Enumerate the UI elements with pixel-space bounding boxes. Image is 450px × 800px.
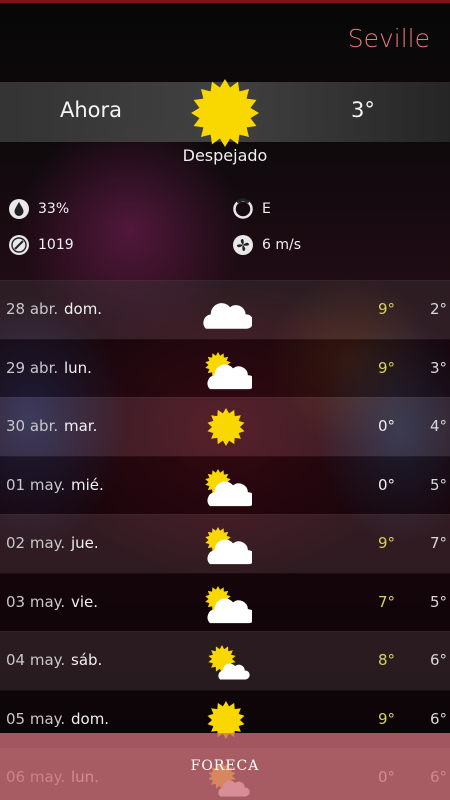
humidity-drop-icon xyxy=(9,199,29,219)
sun-cloud-icon xyxy=(205,468,252,506)
forecast-list: 28 abr. dom. 9° 2° 29 abr. lun. 9° 3° 30 abr. mar… xyxy=(0,280,450,800)
wind-speed-value: 6 m/s xyxy=(262,237,302,253)
fan-icon xyxy=(233,235,253,255)
top-accent-line xyxy=(0,0,450,3)
wind-speed-detail: 6 m/s xyxy=(232,234,301,256)
forecast-row[interactable]: 02 may. jue. 9° 7° xyxy=(0,514,450,573)
forecast-low-temp: 4° xyxy=(430,417,448,435)
forecast-high-temp: 9° xyxy=(378,300,396,318)
forecast-date: 02 may. xyxy=(6,534,66,552)
forecast-low-temp: 6° xyxy=(430,651,448,669)
forecast-row[interactable]: 28 abr. dom. 9° 2° xyxy=(0,280,450,339)
forecast-high-temp: 9° xyxy=(378,709,396,728)
forecast-row[interactable]: 04 may. sáb. 8° 6° xyxy=(0,631,450,690)
forecast-date: 03 may. xyxy=(6,592,66,611)
forecast-low-temp: 7° xyxy=(430,534,448,552)
current-condition: Despejado xyxy=(182,146,268,165)
forecast-weekday: vie. xyxy=(71,592,99,611)
sun-icon xyxy=(191,79,259,147)
forecast-high-temp: 9° xyxy=(378,358,396,377)
forecast-low-temp: 5° xyxy=(430,475,448,494)
forecast-high-temp: 7° xyxy=(378,592,396,611)
forecast-row[interactable]: 01 may. mié. 0° 5° xyxy=(0,455,450,514)
forecast-low-temp: 2° xyxy=(430,300,448,318)
forecast-weekday: jue. xyxy=(71,534,99,552)
forecast-date: 29 abr. xyxy=(6,358,59,377)
foreca-logo[interactable]: FORECA xyxy=(0,758,450,774)
forecast-weekday: sáb. xyxy=(71,651,103,669)
humidity-value: 33% xyxy=(38,201,70,217)
pressure-value: 1019 xyxy=(38,237,74,253)
forecast-low-temp: 6° xyxy=(430,709,448,728)
forecast-date: 30 abr. xyxy=(6,417,59,435)
forecast-row[interactable]: 29 abr. lun. 9° 3° xyxy=(0,338,450,397)
pressure-detail: 1019 xyxy=(8,234,74,256)
forecast-low-temp: 5° xyxy=(430,592,448,611)
wind-direction-value: E xyxy=(262,201,271,217)
sun-cloud-icon xyxy=(205,585,252,623)
forecast-weekday: lun. xyxy=(64,358,92,377)
forecast-weekday: dom. xyxy=(71,709,110,728)
forecast-low-temp: 3° xyxy=(430,358,448,377)
current-label: Ahora xyxy=(60,98,123,122)
sun-cloud-icon xyxy=(205,351,252,389)
forecast-date: 05 may. xyxy=(6,709,66,728)
sun-small-cloud-icon xyxy=(208,645,250,680)
forecast-date: 28 abr. xyxy=(6,300,59,318)
forecast-high-temp: 9° xyxy=(378,534,396,552)
forecast-date: 04 may. xyxy=(6,651,66,669)
sun-icon xyxy=(207,408,245,446)
forecast-high-temp: 0° xyxy=(378,475,396,494)
city-title[interactable]: Seville xyxy=(348,24,430,53)
humidity-detail: 33% xyxy=(8,198,69,220)
wind-direction-ring-icon xyxy=(233,198,253,219)
forecast-high-temp: 8° xyxy=(378,651,396,669)
forecast-weekday: mié. xyxy=(71,475,104,494)
forecast-weekday: mar. xyxy=(64,417,98,435)
cloud-icon xyxy=(203,303,252,329)
pressure-gauge-icon xyxy=(9,235,29,255)
forecast-weekday: dom. xyxy=(64,300,103,318)
forecast-row[interactable]: 30 abr. mar. 0° 4° xyxy=(0,397,450,456)
current-temperature: 3° xyxy=(351,98,375,122)
forecast-high-temp: 0° xyxy=(378,417,396,435)
sun-cloud-icon xyxy=(205,527,252,565)
wind-direction-detail: E xyxy=(232,198,271,220)
forecast-date: 01 may. xyxy=(6,475,66,494)
forecast-row[interactable]: 03 may. vie. 7° 5° xyxy=(0,572,450,631)
